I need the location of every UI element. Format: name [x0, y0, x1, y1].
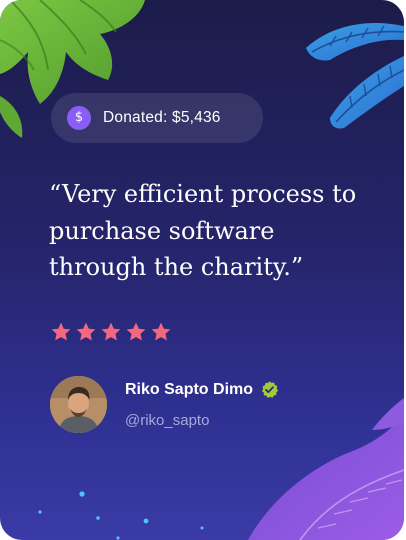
- testimonial-card: $ Donated: $5,436 “Very efficient proces…: [0, 0, 404, 540]
- star-icon: [51, 322, 71, 341]
- author-handle: @riko_sapto: [125, 412, 210, 429]
- blue-leaf-icon: [306, 22, 404, 129]
- star-icon: [151, 322, 171, 341]
- verified-badge-icon: [261, 381, 279, 398]
- dollar-icon: $: [67, 106, 91, 130]
- author-name-row: Riko Sapto Dimo: [125, 380, 279, 399]
- star-icon: [76, 322, 96, 341]
- author-name: Riko Sapto Dimo: [125, 380, 254, 398]
- star-icon: [101, 322, 121, 341]
- donation-amount: Donated: $5,436: [103, 109, 221, 126]
- avatar: [50, 376, 107, 433]
- donation-badge: $ Donated: $5,436: [51, 93, 263, 143]
- star-icon: [126, 322, 146, 341]
- person-avatar-icon: [50, 376, 107, 433]
- purple-leaf-icon: [248, 398, 404, 540]
- testimonial-quote: “Very efficient process to purchase soft…: [49, 180, 357, 281]
- glow-dots: [38, 491, 204, 540]
- star-rating: [50, 321, 172, 343]
